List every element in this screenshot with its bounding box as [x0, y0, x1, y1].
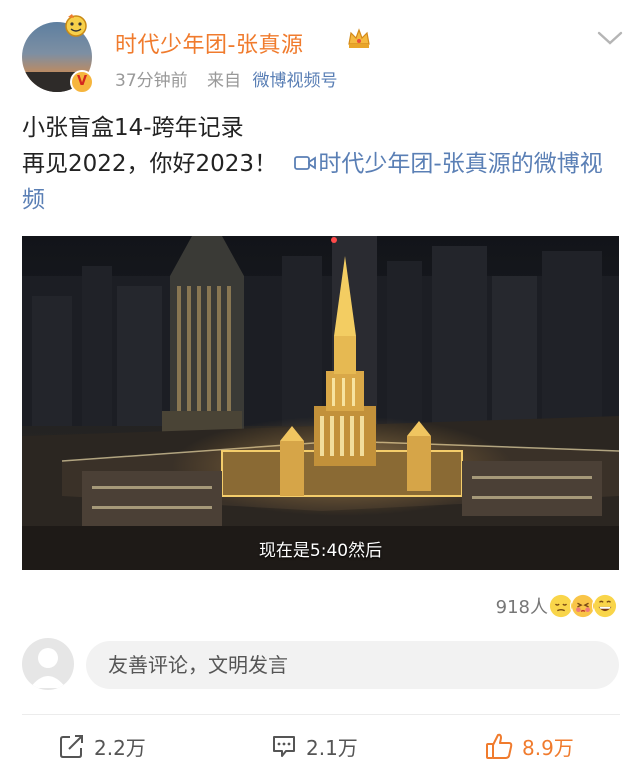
post-text: 小张盲盒14-跨年记录 再见2022，你好2023！ 时代少年团-张真源的微博视… — [22, 110, 622, 218]
post-text-line: 再见2022，你好2023！ — [22, 151, 278, 177]
post-text-line: 小张盲盒14-跨年记录 — [22, 115, 244, 141]
post-time: 37分钟前 — [115, 71, 188, 91]
author-name[interactable]: 时代少年团-张真源 — [115, 27, 303, 59]
reactions-summary[interactable]: 918人 — [496, 592, 618, 620]
divider — [22, 714, 620, 715]
share-button[interactable]: 2.2万 — [58, 728, 146, 764]
comment-row: 友善评论，文明发言 — [22, 638, 620, 692]
crown-icon — [348, 28, 370, 48]
grin-face-icon — [592, 593, 618, 619]
comment-count: 2.1万 — [306, 735, 358, 760]
current-user-avatar-icon — [22, 638, 74, 690]
comment-input[interactable]: 友善评论，文明发言 — [86, 641, 619, 689]
verified-badge-icon: V — [70, 70, 94, 94]
share-count: 2.2万 — [94, 735, 146, 760]
post-header: V 时代少年团-张真源 37分钟前 来自 微博视频号 — [0, 0, 640, 100]
thumbs-up-icon — [486, 733, 513, 759]
video-subtitle: 现在是5:40然后 — [258, 541, 383, 561]
comment-icon — [273, 736, 295, 757]
like-count: 8.9万 — [522, 735, 574, 760]
like-button[interactable]: 8.9万 — [484, 728, 574, 764]
video-frame — [22, 236, 619, 570]
source-link[interactable]: 微博视频号 — [252, 71, 337, 91]
chevron-down-icon[interactable] — [596, 28, 624, 48]
post-meta: 37分钟前 来自 微博视频号 — [115, 66, 337, 91]
video-player[interactable]: 现在是5:40然后 — [22, 236, 619, 570]
author-avatar[interactable]: V — [22, 12, 94, 94]
action-bar: 2.2万 2.1万 8.9万 — [0, 728, 640, 764]
share-icon — [60, 735, 83, 758]
comment-button[interactable]: 2.1万 — [270, 728, 358, 764]
source-label: 来自 — [207, 71, 242, 91]
video-icon — [294, 156, 317, 170]
reaction-count: 918人 — [495, 597, 548, 618]
avatar-frame-icon — [65, 14, 87, 37]
